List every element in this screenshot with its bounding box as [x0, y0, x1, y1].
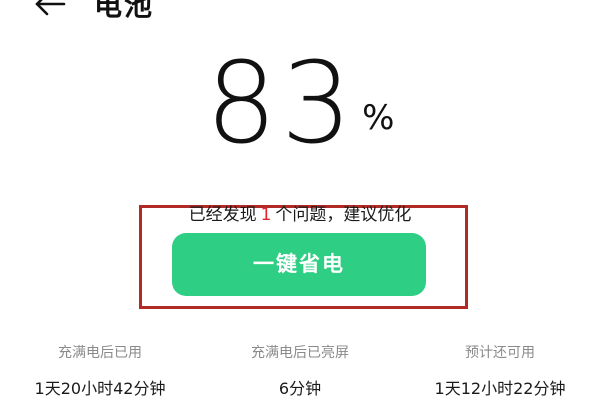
stat-screen-on-since-full: 充满电后已亮屏 6分钟: [200, 342, 400, 400]
stat-label: 预计还可用: [465, 345, 535, 361]
issue-suffix: 个问题，建议优化: [275, 205, 412, 225]
page-title: 电池: [94, 0, 155, 22]
battery-level-unit: %: [362, 98, 395, 138]
stat-value: 1天20小时42分钟: [34, 379, 166, 398]
stat-value: 1天12小时22分钟: [434, 379, 566, 398]
stat-estimated-remaining: 预计还可用 1天12小时22分钟: [400, 342, 600, 400]
battery-level-value: 83: [205, 39, 357, 169]
issue-summary: 已经发现 1 个问题，建议优化: [0, 203, 600, 227]
back-button[interactable]: [32, 0, 72, 22]
stat-value: 6分钟: [278, 379, 322, 398]
stat-label: 充满电后已用: [58, 345, 142, 361]
issue-prefix: 已经发现: [188, 205, 257, 225]
stat-used-since-full: 充满电后已用 1天20小时42分钟: [0, 342, 200, 400]
arrow-left-icon: [35, 0, 66, 16]
stat-label: 充满电后已亮屏: [251, 345, 349, 361]
issue-count: 1: [260, 205, 272, 225]
one-tap-save-power-button[interactable]: 一键省电: [172, 233, 426, 296]
top-bar: 电池: [0, 0, 600, 30]
battery-level: 83%: [0, 44, 600, 164]
battery-stats: 充满电后已用 1天20小时42分钟 充满电后已亮屏 6分钟 预计还可用 1天12…: [0, 342, 600, 418]
